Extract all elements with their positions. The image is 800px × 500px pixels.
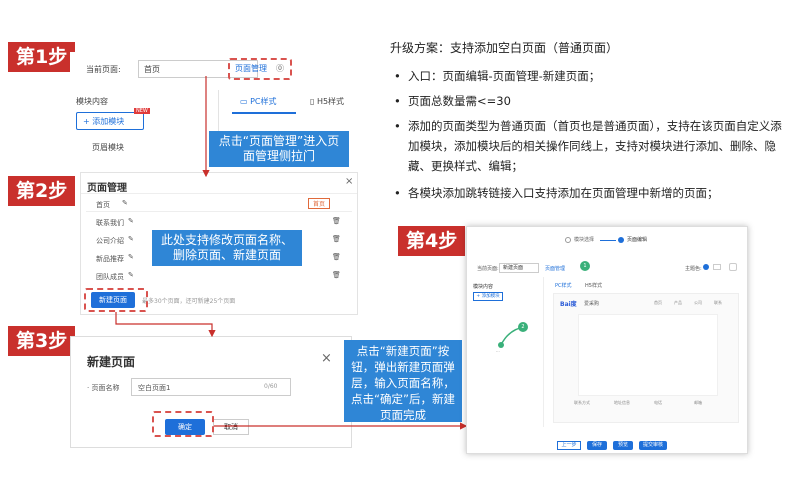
add-module-button[interactable]: + 添加模块	[473, 292, 503, 301]
tab-pc[interactable]: PC样式	[555, 282, 572, 289]
spec-heading: 升级方案：支持添加空白页面（普通页面）	[390, 41, 619, 55]
bullet-dot: •	[394, 186, 401, 200]
tab-h5[interactable]: H5样式	[585, 282, 602, 289]
prev-step-button[interactable]: 上一步	[557, 441, 581, 450]
preview-footer-item: 电话	[654, 400, 662, 405]
preview-nav-item: 产品	[674, 300, 682, 305]
wizard-connector	[600, 240, 616, 241]
preview-button[interactable]: 预览	[613, 441, 633, 450]
empty-module-hint: ···	[496, 349, 500, 354]
spec-bullet: 页面总数量需<=30	[408, 94, 511, 108]
preview-footer-item: 邮箱	[694, 400, 702, 405]
spec-bullet: 添加的页面类型为普通页面（首页也是普通页面），支持在该页面自定义添加模块，添加模…	[408, 119, 782, 173]
step-marker-1: 1	[580, 261, 590, 271]
theme-label: 主题色:	[685, 266, 702, 272]
wizard-step-2-label: 页面编辑	[627, 237, 648, 243]
preview-nav-item: 联系	[714, 300, 722, 305]
theme-color-swatch[interactable]	[703, 264, 709, 270]
bullet-dot: •	[394, 94, 401, 108]
step-marker-2: 2	[518, 322, 528, 332]
preview-body	[578, 314, 718, 396]
settings-icon[interactable]	[729, 263, 737, 271]
current-page-select[interactable]: 新建页面	[499, 263, 539, 273]
step-4-badge: 第4步	[398, 226, 466, 256]
bullet-dot: •	[394, 69, 401, 83]
wizard-step-1-icon	[565, 237, 571, 243]
preview-footer-item: 联系方式	[574, 400, 590, 405]
module-path	[498, 326, 526, 348]
save-button[interactable]: 保存	[587, 441, 607, 450]
wizard-step-2-icon	[618, 237, 624, 243]
preview-nav-item: 首页	[654, 300, 662, 305]
spec-bullet: 入口：页面编辑-页面管理-新建页面；	[408, 69, 601, 83]
site-name: 爱采购	[584, 301, 600, 307]
spec-bullet: 各模块添加跳转链接入口支持添加在页面管理中新增的页面；	[408, 186, 719, 200]
module-content-label: 模块内容	[473, 284, 494, 290]
wizard-step-1-label: 模块选择	[574, 237, 595, 243]
page-manage-link[interactable]: 页面管理	[545, 265, 565, 272]
theme-dropdown[interactable]	[713, 264, 721, 270]
current-page-label: 当前页面:	[477, 266, 499, 272]
submit-review-button[interactable]: 提交审核	[639, 441, 667, 450]
panel-divider	[543, 277, 544, 427]
preview-footer-item: 地址信息	[614, 400, 630, 405]
baidu-logo: Bai度	[560, 301, 577, 308]
preview-nav-item: 公司	[694, 300, 702, 305]
editor-screenshot: 模块选择 页面编辑 当前页面: 新建页面 页面管理 1 主题色: 模块内容 + …	[466, 226, 748, 454]
bullet-dot: •	[394, 119, 401, 133]
preview-canvas: Bai度 爱采购 首页 产品 公司 联系 联系方式 地址信息 电话 邮箱	[553, 293, 739, 423]
